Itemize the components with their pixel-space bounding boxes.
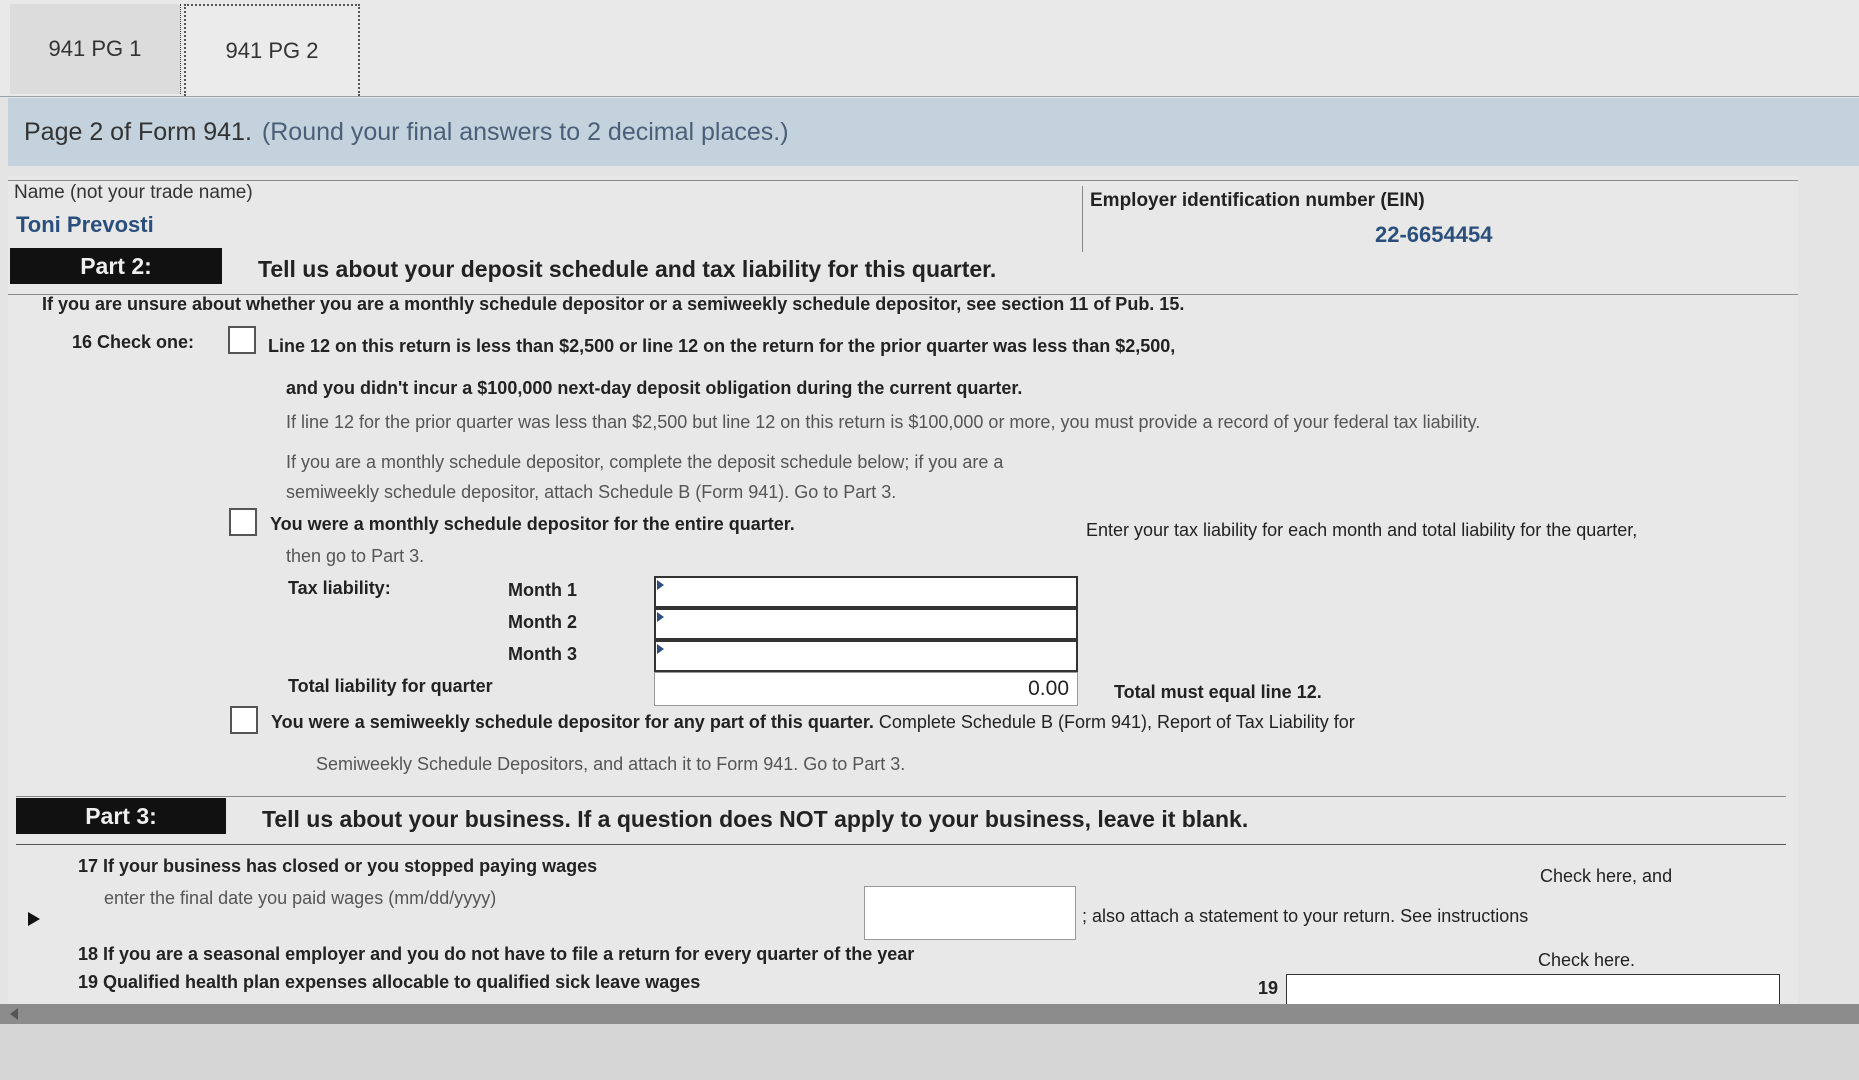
instruction-lead: Page 2 of Form 941.: [24, 117, 252, 146]
tab-941-pg1[interactable]: 941 PG 1: [10, 4, 181, 94]
month1-label: Month 1: [508, 580, 577, 600]
divider: [1082, 186, 1083, 252]
q18-text: 18 If you are a seasonal employer and yo…: [78, 944, 915, 964]
q17-line2: enter the final date you paid wages (mm/…: [104, 888, 497, 908]
q19-number: 19: [1258, 978, 1279, 998]
instruction-note: (Round your final answers to 2 decimal p…: [261, 117, 789, 146]
total-note: Total must equal line 12.: [1114, 682, 1322, 702]
part3-badge: Part 3:: [16, 798, 226, 834]
option1-line5: semiweekly schedule depositor, attach Sc…: [286, 482, 897, 502]
unsure-text: If you are unsure about whether you are …: [42, 294, 1185, 314]
option1-checkbox[interactable]: [228, 326, 256, 354]
q18-check-text[interactable]: Check here.: [1538, 950, 1635, 971]
option2-then: then go to Part 3.: [286, 546, 425, 566]
option3-line2: Semiweekly Schedule Depositors, and atta…: [316, 754, 906, 774]
divider: [16, 844, 1786, 845]
horizontal-scrollbar[interactable]: [0, 1004, 1859, 1024]
tax-liability-label: Tax liability:: [288, 578, 391, 598]
field-marker-icon: [657, 580, 664, 590]
month2-input[interactable]: [654, 608, 1078, 640]
total-liability-label: Total liability for quarter: [288, 676, 493, 696]
option1-line1: Line 12 on this return is less than $2,5…: [268, 336, 1176, 356]
ein-value: 22-6654454: [1375, 222, 1493, 247]
divider: [16, 796, 1786, 797]
row-pointer-icon: [28, 912, 40, 926]
option2-checkbox[interactable]: [229, 508, 257, 536]
page-bottom: [0, 1024, 1859, 1080]
month2-label: Month 2: [508, 612, 577, 632]
part2-title: Tell us about your deposit schedule and …: [258, 256, 997, 282]
total-liability-value: 0.00: [654, 672, 1078, 706]
check-one-label: 16 Check one:: [72, 332, 195, 352]
field-marker-icon: [657, 612, 664, 622]
option3-bold: You were a semiweekly schedule depositor…: [271, 712, 874, 732]
month1-input[interactable]: [654, 576, 1078, 608]
final-date-input[interactable]: [864, 886, 1076, 940]
ein-label: Employer identification number (EIN): [1090, 190, 1425, 211]
option3-text: You were a semiweekly schedule depositor…: [271, 712, 1355, 733]
option2-right-text: Enter your tax liability for each month …: [1086, 520, 1638, 540]
month3-label: Month 3: [508, 644, 577, 664]
q19-text: 19 Qualified health plan expenses alloca…: [78, 972, 701, 992]
q17-attach-text: ; also attach a statement to your return…: [1082, 906, 1529, 926]
option3-rest: Complete Schedule B (Form 941), Report o…: [878, 712, 1355, 732]
divider: [8, 180, 1798, 181]
name-label: Name (not your trade name): [14, 182, 253, 203]
instruction-bar: Page 2 of Form 941. (Round your final an…: [8, 98, 1859, 166]
option1-line4: If you are a monthly schedule depositor,…: [286, 452, 1004, 472]
q17-check-text[interactable]: Check here, and: [1540, 866, 1672, 887]
scroll-left-icon[interactable]: [10, 1008, 18, 1020]
option1-line3: If line 12 for the prior quarter was les…: [286, 412, 1481, 432]
tab-941-pg2[interactable]: 941 PG 2: [184, 4, 360, 96]
month3-input[interactable]: [654, 640, 1078, 672]
option2-text: You were a monthly schedule depositor fo…: [270, 514, 795, 534]
name-value: Toni Prevosti: [16, 212, 154, 237]
field-marker-icon: [657, 644, 664, 654]
part3-title: Tell us about your business. If a questi…: [262, 806, 1249, 832]
option1-line2: and you didn't incur a $100,000 next-day…: [286, 378, 1023, 398]
part2-badge: Part 2:: [10, 248, 222, 284]
q17-line1: 17 If your business has closed or you st…: [78, 856, 598, 876]
option3-checkbox[interactable]: [230, 706, 258, 734]
